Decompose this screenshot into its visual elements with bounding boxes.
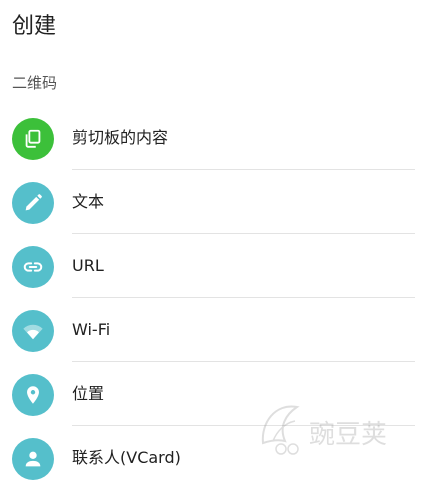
list-item-label: 剪切板的内容 bbox=[72, 128, 169, 147]
create-type-list: 剪切板的内容 文本 URL Wi-Fi 位置 联系人(VCard) bbox=[0, 106, 425, 490]
page-title: 创建 bbox=[12, 14, 57, 39]
list-item-url[interactable]: URL bbox=[0, 234, 425, 298]
wifi-icon bbox=[12, 310, 54, 352]
list-item-text[interactable]: 文本 bbox=[0, 170, 425, 234]
list-item-wifi[interactable]: Wi-Fi bbox=[0, 298, 425, 362]
location-pin-icon bbox=[12, 374, 54, 416]
list-item-clipboard[interactable]: 剪切板的内容 bbox=[0, 106, 425, 170]
section-label-qrcode: 二维码 bbox=[12, 74, 58, 92]
pencil-icon bbox=[12, 182, 54, 224]
list-item-location[interactable]: 位置 bbox=[0, 362, 425, 426]
clipboard-copy-icon bbox=[12, 118, 54, 160]
list-item-label: 位置 bbox=[72, 384, 105, 403]
list-item-label: Wi-Fi bbox=[72, 320, 111, 339]
link-icon bbox=[12, 246, 54, 288]
list-item-label: URL bbox=[72, 256, 104, 275]
list-item-label: 联系人(VCard) bbox=[72, 448, 181, 467]
list-item-vcard[interactable]: 联系人(VCard) bbox=[0, 426, 425, 490]
person-icon bbox=[12, 438, 54, 480]
list-item-label: 文本 bbox=[72, 192, 105, 211]
